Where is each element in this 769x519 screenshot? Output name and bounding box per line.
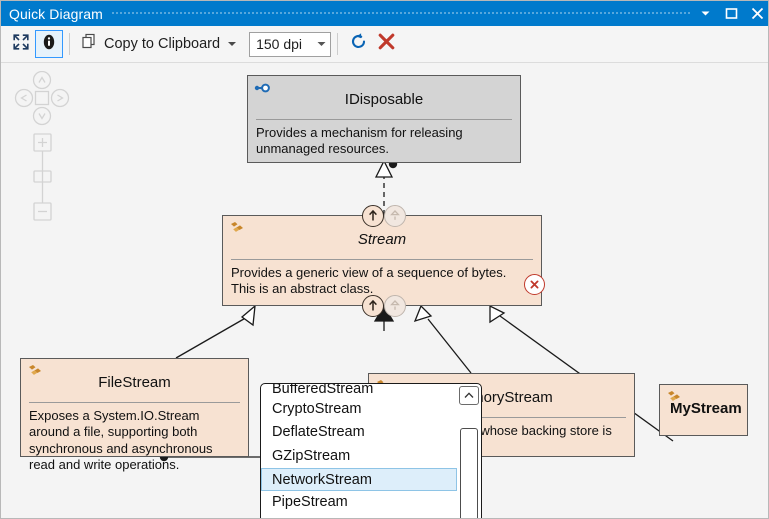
- dpi-select[interactable]: 150 dpi: [249, 31, 332, 57]
- node-mystream[interactable]: MyStream: [659, 384, 748, 436]
- list-item[interactable]: DeflateStream: [261, 421, 457, 444]
- node-idisposable[interactable]: IDisposable Provides a mechanism for rel…: [247, 75, 521, 163]
- list-item[interactable]: SqlFileStream: [261, 514, 457, 518]
- list-item[interactable]: GZipStream: [261, 445, 457, 468]
- dropdown-scrollbar[interactable]: [459, 386, 479, 518]
- list-item-selected[interactable]: NetworkStream: [261, 467, 457, 492]
- list-item[interactable]: BufferedStream: [261, 384, 457, 398]
- scroll-up-button[interactable]: [459, 386, 479, 405]
- copy-icon: [81, 33, 98, 55]
- maximize-icon[interactable]: [718, 1, 744, 26]
- node-description: Provides a mechanism for releasing unman…: [256, 124, 463, 157]
- toolbar-separator-1: [69, 33, 70, 55]
- dropdown-items: BufferedStream CryptoStream DeflateStrea…: [261, 384, 457, 518]
- node-filestream[interactable]: FileStream Exposes a System.IO.Stream ar…: [20, 358, 249, 472]
- list-item[interactable]: PipeStream: [261, 491, 457, 514]
- show-base-types-button[interactable]: [362, 205, 384, 227]
- subtype-dropdown-list[interactable]: BufferedStream CryptoStream DeflateStrea…: [260, 383, 482, 518]
- show-subtypes-button[interactable]: [362, 295, 384, 317]
- scrollbar-thumb[interactable]: [460, 428, 478, 518]
- node-stream[interactable]: Stream Provides a generic view of a sequ…: [222, 215, 542, 306]
- diagram-canvas[interactable]: IDisposable Provides a mechanism for rel…: [1, 63, 768, 518]
- delete-x-icon: [377, 32, 396, 56]
- class-icon: [229, 221, 243, 235]
- window-title: Quick Diagram: [9, 5, 103, 22]
- copy-chevron-down-icon[interactable]: [228, 42, 237, 46]
- node-description: Exposes a System.IO.Stream around a file…: [29, 407, 213, 473]
- refresh-button[interactable]: [344, 30, 372, 58]
- title-bar: Quick Diagram: [1, 1, 768, 26]
- fit-to-screen-button[interactable]: [7, 30, 35, 58]
- fit-to-screen-icon: [12, 33, 30, 56]
- info-icon: [40, 33, 58, 56]
- copy-to-clipboard-label: Copy to Clipboard: [104, 36, 221, 52]
- class-icon: [666, 390, 680, 404]
- window-menu-chevron-down-icon[interactable]: [692, 1, 718, 26]
- node-title: FileStream: [98, 374, 171, 391]
- show-subtypes-disabled-button: [384, 295, 406, 317]
- node-description: Provides a generic view of a sequence of…: [231, 264, 507, 297]
- show-base-types-disabled-button: [384, 205, 406, 227]
- copy-to-clipboard-button[interactable]: Copy to Clipboard: [76, 29, 243, 59]
- dpi-value: 150 dpi: [256, 36, 303, 52]
- delete-button[interactable]: [372, 30, 400, 58]
- quick-diagram-window: Quick Diagram Copy to Clipboard 150 dpi …: [0, 0, 769, 519]
- toolbar-separator-2: [337, 33, 339, 55]
- info-button[interactable]: [35, 30, 63, 58]
- title-bar-grip: [110, 1, 693, 26]
- node-title: IDisposable: [344, 91, 424, 108]
- close-icon[interactable]: [744, 1, 768, 26]
- toolbar: Copy to Clipboard 150 dpi: [1, 26, 768, 63]
- dpi-chevron-down-icon[interactable]: [312, 41, 330, 47]
- remove-node-button[interactable]: [524, 274, 545, 295]
- interface-icon: [254, 81, 270, 95]
- class-icon: [27, 364, 41, 378]
- list-item[interactable]: CryptoStream: [261, 398, 457, 421]
- refresh-icon: [349, 32, 368, 56]
